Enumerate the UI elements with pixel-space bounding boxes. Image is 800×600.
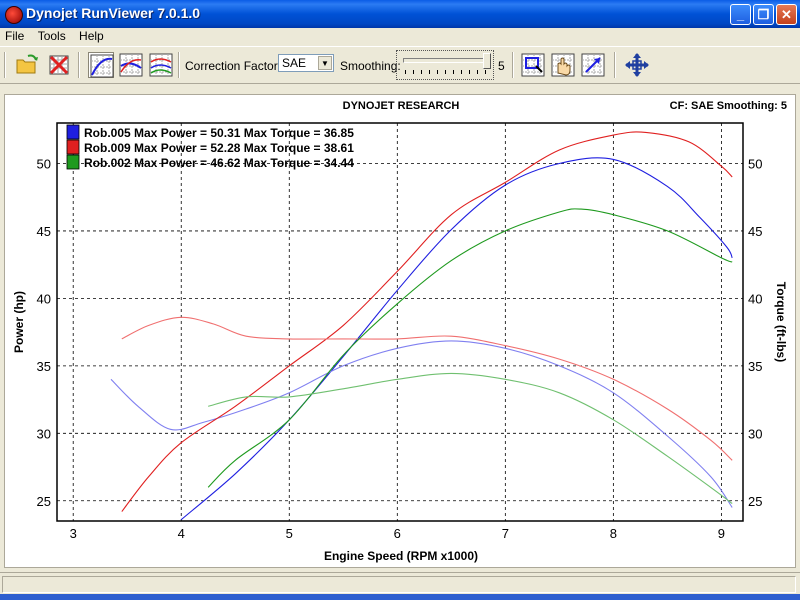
toolbar-grip <box>4 52 6 78</box>
cursor-crosshair-button[interactable] <box>624 52 650 78</box>
x-tick-label: 7 <box>502 526 509 541</box>
y-tick-label-left: 35 <box>37 359 51 374</box>
zoom-box-button[interactable] <box>520 52 546 78</box>
graph-view-2-button[interactable] <box>118 52 144 78</box>
y-axis-label-left: Power (hp) <box>12 291 26 353</box>
app-icon[interactable] <box>5 6 23 24</box>
x-tick-label: 6 <box>394 526 401 541</box>
legend-swatch <box>66 139 80 155</box>
toolbar-separator <box>78 52 80 78</box>
correction-factor-label: Correction Factor: <box>185 59 282 73</box>
legend: Rob.005 Max Power = 50.31 Max Torque = 3… <box>66 124 354 170</box>
menu-tools[interactable]: Tools <box>33 28 71 43</box>
toolbar: Correction Factor: SAE ▼ Smoothing: 5 <box>0 46 800 84</box>
menu-file[interactable]: File <box>0 28 29 43</box>
y-tick-label-right: 25 <box>748 494 762 509</box>
slider-tick <box>429 70 430 74</box>
y-tick-label-left: 30 <box>37 426 51 441</box>
legend-swatch <box>66 124 80 140</box>
legend-entry: Rob.002 Max Power = 46.62 Max Torque = 3… <box>84 156 354 170</box>
toolbar-separator <box>178 52 180 78</box>
title-bar[interactable]: Dynojet RunViewer 7.0.1.0 _ ❐ ✕ <box>0 0 800 28</box>
open-folder-icon <box>16 54 38 74</box>
status-panel <box>2 576 796 593</box>
y-tick-label-left: 25 <box>37 494 51 509</box>
x-tick-label: 9 <box>718 526 725 541</box>
hand-icon <box>551 53 575 77</box>
chart-header-right: CF: SAE Smoothing: 5 <box>670 100 787 112</box>
graph-view-3-button[interactable] <box>148 52 174 78</box>
slider-track <box>403 58 487 63</box>
slider-tick <box>413 70 414 74</box>
y-axis-label-right: Torque (ft-lbs) <box>774 282 788 362</box>
close-run-button[interactable] <box>46 52 72 78</box>
slider-tick <box>445 70 446 74</box>
smoothing-label: Smoothing: <box>340 59 401 73</box>
graph-view-1-button[interactable] <box>88 52 114 78</box>
chart-panel: DYNOJET RESEARCH CF: SAE Smoothing: 5 3 4… <box>4 94 796 568</box>
toolbar-separator <box>614 52 616 78</box>
taskbar-strip <box>0 594 800 600</box>
maximize-button[interactable]: ❐ <box>753 4 774 25</box>
y-tick-label-right: 45 <box>748 224 762 239</box>
menu-help[interactable]: Help <box>74 28 109 43</box>
slider-ticks <box>405 70 486 74</box>
slider-tick <box>485 70 486 74</box>
close-button[interactable]: ✕ <box>776 4 797 25</box>
slider-tick <box>461 70 462 74</box>
legend-entry: Rob.005 Max Power = 50.31 Max Torque = 3… <box>84 126 354 140</box>
x-tick-label: 8 <box>610 526 617 541</box>
y-tick-label-right: 30 <box>748 426 762 441</box>
x-tick-label: 5 <box>286 526 293 541</box>
slider-tick <box>469 70 470 74</box>
minimize-button[interactable]: _ <box>730 4 751 25</box>
y-tick-label-right: 50 <box>748 156 762 171</box>
smoothing-value: 5 <box>498 59 505 73</box>
close-run-icon <box>49 55 69 75</box>
menu-bar: File Tools Help <box>0 28 800 46</box>
slider-tick <box>421 70 422 74</box>
slider-tick <box>477 70 478 74</box>
zoom-reset-button[interactable] <box>580 52 606 78</box>
open-folder-button[interactable] <box>14 52 40 78</box>
y-tick-label-right: 35 <box>748 359 762 374</box>
graph-power-icon <box>90 54 114 78</box>
smoothing-slider[interactable] <box>396 50 494 80</box>
y-tick-label-left: 40 <box>37 291 51 306</box>
y-tick-label-left: 50 <box>37 156 51 171</box>
window-title: Dynojet RunViewer 7.0.1.0 <box>26 5 201 21</box>
slider-tick <box>453 70 454 74</box>
chart-header-center: DYNOJET RESEARCH <box>343 100 460 112</box>
x-axis-label: Engine Speed (RPM x1000) <box>324 549 478 563</box>
crosshair-arrows-icon <box>625 53 649 77</box>
x-tick-label: 3 <box>70 526 77 541</box>
y-tick-label-right: 40 <box>748 291 762 306</box>
graph-torque-icon <box>119 53 143 77</box>
zoom-out-icon <box>581 53 605 77</box>
slider-tick <box>405 70 406 74</box>
dyno-chart[interactable]: DYNOJET RESEARCH CF: SAE Smoothing: 5 3 4… <box>5 95 795 567</box>
correction-factor-value: SAE <box>282 56 307 70</box>
legend-swatch <box>66 154 80 170</box>
chevron-down-icon[interactable]: ▼ <box>318 56 332 70</box>
x-tick-label: 4 <box>178 526 185 541</box>
toolbar-separator <box>512 52 514 78</box>
legend-entry: Rob.009 Max Power = 52.28 Max Torque = 3… <box>84 141 354 155</box>
status-bar <box>0 572 800 595</box>
y-tick-label-left: 45 <box>37 224 51 239</box>
graph-multi-icon <box>149 53 173 77</box>
pan-button[interactable] <box>550 52 576 78</box>
zoom-box-icon <box>521 53 545 77</box>
slider-thumb[interactable] <box>483 53 491 69</box>
slider-tick <box>437 70 438 74</box>
correction-factor-select[interactable]: SAE ▼ <box>278 54 334 72</box>
